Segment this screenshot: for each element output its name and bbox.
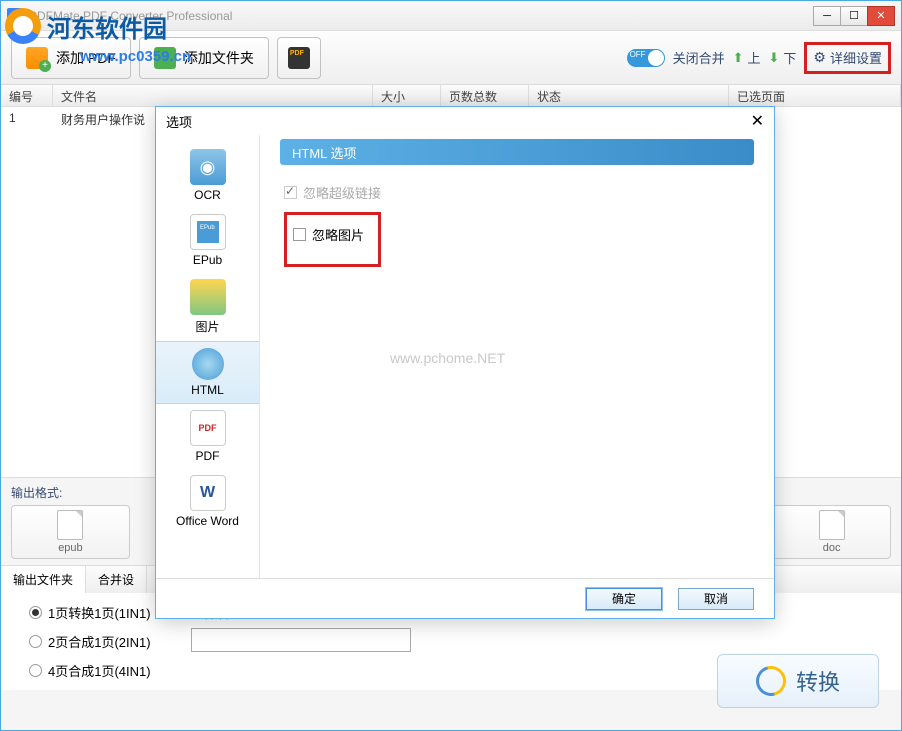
doc-file-icon [819,510,845,540]
dialog-close-button[interactable]: ✕ [751,111,764,131]
sidebar-item-image[interactable]: 图片 [156,273,259,341]
word-icon [190,475,226,511]
col-id[interactable]: 编号 [1,85,53,106]
move-up-link[interactable]: ⬆上 [733,48,761,67]
html-globe-icon [192,348,224,380]
close-merge-link[interactable]: 关闭合并 [673,48,725,67]
checkbox-icon [293,228,306,241]
merge-toggle[interactable] [627,49,665,67]
pdf-plus-icon [26,47,48,69]
ignore-images-checkbox[interactable]: 忽略图片 [293,225,364,244]
checkbox-icon [284,186,297,199]
svg-text:EPub: EPub [200,225,215,231]
sidebar-item-html[interactable]: HTML [156,341,259,404]
sidebar-item-word[interactable]: Office Word [156,469,259,534]
minimize-button[interactable]: ─ [813,6,841,26]
col-name[interactable]: 文件名 [53,85,373,106]
epub-file-icon [57,510,83,540]
add-folder-label: 添加文件夹 [184,48,254,68]
dialog-title: 选项 [166,112,192,131]
format-epub-button[interactable]: epub [11,505,130,559]
radio-icon [29,606,42,619]
col-status[interactable]: 状态 [529,85,729,106]
highlight-box: 忽略图片 [284,212,381,267]
folder-plus-icon [154,47,176,69]
table-header: 编号 文件名 大小 页数总数 状态 已选页面 [1,85,901,107]
radio-1in1[interactable]: 1页转换1页(1IN1) [29,603,151,622]
cell-id: 1 [1,107,53,132]
page-layout-radios: 1页转换1页(1IN1) 2页合成1页(2IN1) 4页合成1页(4IN1) [29,603,151,680]
filename-input[interactable] [191,628,411,652]
tab-merge-settings[interactable]: 合并设 [86,566,147,593]
maximize-button[interactable]: ☐ [840,6,868,26]
image-icon [190,279,226,315]
app-icon [7,8,23,24]
col-pages[interactable]: 页数总数 [441,85,529,106]
sidebar-item-pdf[interactable]: PDF [156,404,259,469]
gear-icon: ⚙ [813,49,826,66]
dialog-content: HTML 选项 忽略超级链接 忽略图片 [260,135,774,578]
dialog-section-header: HTML 选项 [280,139,754,165]
dialog-footer: 确定 取消 [156,578,774,618]
ok-button[interactable]: 确定 [586,588,662,610]
radio-2in1[interactable]: 2页合成1页(2IN1) [29,632,151,651]
convert-button[interactable]: 转换 [717,654,879,708]
detail-settings-button[interactable]: ⚙详细设置 [804,42,891,74]
move-down-link[interactable]: ⬇下 [769,48,797,67]
radio-icon [29,635,42,648]
sidebar-item-ocr[interactable]: OCR [156,143,259,208]
ignore-links-checkbox: 忽略超级链接 [284,183,750,202]
pdf-icon [190,410,226,446]
arrow-up-icon: ⬆ [733,50,744,66]
add-folder-button[interactable]: 添加文件夹 [139,37,269,79]
epub-icon: EPub [190,214,226,250]
col-size[interactable]: 大小 [373,85,441,106]
arrow-down-icon: ⬇ [769,50,780,66]
titlebar: PDFMate PDF Converter Professional ─ ☐ ✕ [1,1,901,31]
col-selected[interactable]: 已选页面 [729,85,901,106]
tab-output-folder[interactable]: 输出文件夹 [1,565,86,593]
radio-4in1[interactable]: 4页合成1页(4IN1) [29,661,151,680]
radio-icon [29,664,42,677]
ocr-icon [190,149,226,185]
sidebar-item-epub[interactable]: EPubEPub [156,208,259,273]
add-pdf-label: 添加 PDF [56,48,116,68]
convert-icon [750,661,791,702]
format-doc-button[interactable]: doc [772,505,891,559]
dialog-titlebar: 选项 ✕ [156,107,774,135]
cancel-button[interactable]: 取消 [678,588,754,610]
folder-pdf-icon [288,47,310,69]
window-title: PDFMate PDF Converter Professional [29,9,814,23]
close-button[interactable]: ✕ [867,6,895,26]
options-dialog: 选项 ✕ OCR EPubEPub 图片 HTML PDF Office Wor… [155,106,775,619]
toolbar: 添加 PDF 添加文件夹 关闭合并 ⬆上 ⬇下 ⚙详细设置 [1,31,901,85]
add-pdf-button[interactable]: 添加 PDF [11,37,131,79]
dialog-sidebar: OCR EPubEPub 图片 HTML PDF Office Word [156,135,260,578]
folder-pdf-button[interactable] [277,37,321,79]
